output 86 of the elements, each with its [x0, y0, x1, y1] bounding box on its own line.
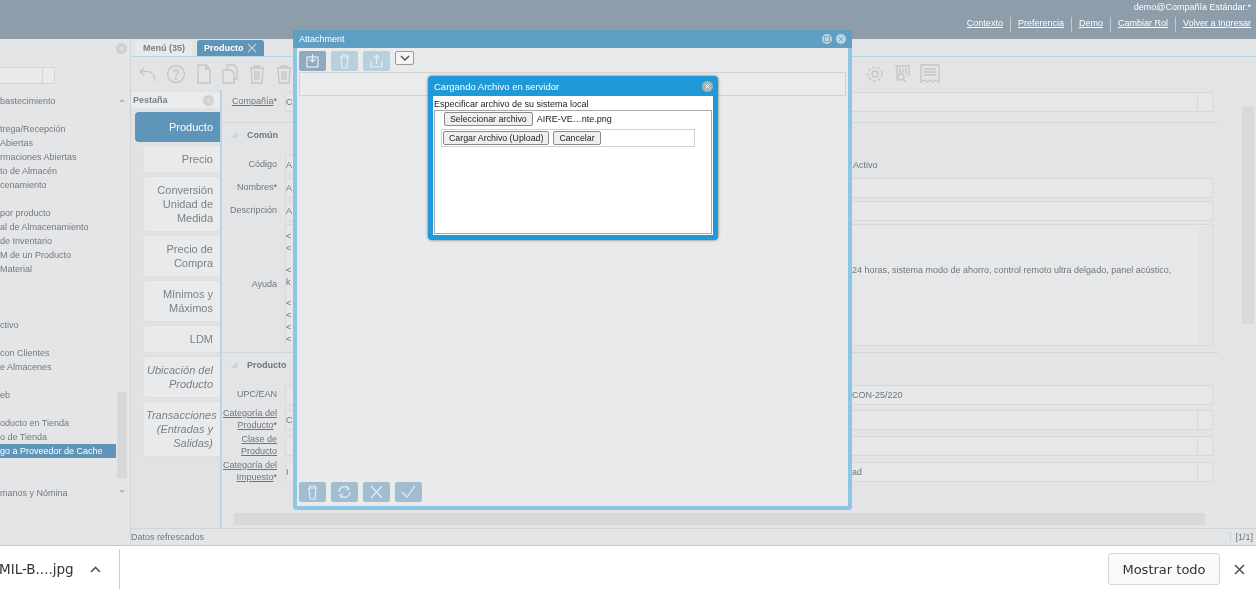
collapse-icon[interactable]: [231, 362, 237, 368]
record-tab[interactable]: Producto: [135, 112, 220, 142]
copy-icon[interactable]: [221, 63, 239, 84]
header-link[interactable]: Contexto: [959, 17, 1010, 32]
menu-item[interactable]: rmaciones Abiertas: [0, 150, 116, 164]
show-all-button[interactable]: Mostrar todo: [1108, 553, 1220, 585]
user-name: demo@Compañía Estándar.*: [1133, 2, 1251, 12]
menu-item[interactable]: ctivo: [0, 318, 116, 332]
cancel-button[interactable]: [363, 482, 390, 502]
record-tab[interactable]: LDM: [143, 325, 220, 353]
header-link[interactable]: Volver a Ingresar: [1174, 17, 1251, 32]
window-tab[interactable]: Menú (35): [136, 40, 192, 56]
scroll-up-icon[interactable]: [117, 97, 127, 103]
checkbox-label[interactable]: Activo: [853, 160, 878, 170]
menu-item[interactable]: al de Almacenamiento: [0, 220, 116, 234]
delete-button[interactable]: [331, 51, 358, 71]
field-label: Clase de Producto: [239, 434, 277, 457]
menu-item[interactable]: Material: [0, 262, 116, 276]
confirm-button[interactable]: [395, 482, 422, 502]
menu-item[interactable]: go a Proveedor de Cache: [0, 444, 116, 458]
collapse-icon[interactable]: [231, 132, 237, 138]
record-tab[interactable]: Ubicación del Producto: [143, 356, 220, 398]
record-tab[interactable]: Precio: [143, 145, 220, 173]
upload-button[interactable]: [363, 51, 390, 71]
trash-icon[interactable]: [275, 63, 293, 84]
menu-item[interactable]: de Inventario: [0, 234, 116, 248]
download-file-name[interactable]: MIL-B....jpg: [0, 561, 74, 577]
document-lines-icon[interactable]: [920, 63, 940, 84]
dialog-title: Cargando Archivo en servidor: [434, 80, 560, 92]
file-name: AIRE-VE…nte.png: [536, 114, 612, 124]
field-label: Ayuda: [250, 279, 277, 291]
document-search-icon[interactable]: [893, 63, 911, 84]
menu-item[interactable]: to de Almacén: [0, 164, 116, 178]
field-label: Código: [247, 159, 277, 171]
section-title: Producto: [247, 360, 287, 370]
menu-item[interactable]: o de Tienda: [0, 430, 116, 444]
restore-icon[interactable]: [822, 34, 832, 44]
status-message: Datos refrescados: [131, 532, 205, 542]
dialog-title: Attachment: [299, 34, 345, 44]
close-icon[interactable]: [702, 80, 713, 92]
menu-item[interactable]: manos y Nómina: [0, 486, 116, 500]
record-tab[interactable]: Mínimos y Máximos: [143, 280, 220, 322]
upload-button[interactable]: Cargar Archivo (Upload): [443, 131, 550, 145]
prompt-text: Especificar archivo de su sistema local: [434, 99, 590, 109]
menu-item[interactable]: con Clientes: [0, 346, 116, 360]
header-link[interactable]: Preferencia: [1009, 17, 1071, 32]
dropdown-button[interactable]: [395, 51, 414, 65]
delete-button[interactable]: [299, 482, 326, 502]
menu-item[interactable]: eb: [0, 388, 116, 402]
caret-up-icon[interactable]: [89, 565, 101, 573]
menu-item[interactable]: por producto: [0, 206, 116, 220]
scroll-down-icon[interactable]: [117, 489, 127, 495]
scroll-thumb[interactable]: [117, 392, 127, 478]
header-link[interactable]: Cambiar Rol: [1109, 17, 1175, 32]
choose-file-button[interactable]: Seleccionar archivo: [444, 112, 533, 126]
record-tab[interactable]: Precio de Compra: [143, 235, 220, 277]
field-label: Compañía*: [230, 96, 277, 108]
chevron-down-icon: [399, 55, 410, 61]
menu-item[interactable]: trega/Recepción: [0, 122, 116, 136]
window-tab[interactable]: Producto: [197, 40, 264, 56]
collapse-icon[interactable]: [203, 94, 214, 106]
menu-item[interactable]: cenamiento: [0, 178, 116, 192]
field-label: UPC/EAN: [236, 389, 277, 401]
header-link[interactable]: Demo: [1070, 17, 1110, 32]
help-icon[interactable]: [166, 63, 186, 84]
menu-item[interactable]: M de un Producto: [0, 248, 116, 262]
field-label: Descripción: [228, 205, 277, 217]
menu-item[interactable]: bastecimiento: [0, 94, 116, 108]
panel-title: Pestaña: [133, 95, 168, 105]
trash-icon[interactable]: [248, 63, 266, 84]
menu-item[interactable]: Abiertas: [0, 136, 116, 150]
record-tab[interactable]: Conversión Unidad de Medida: [143, 176, 220, 232]
record-counter: [1/1]: [1230, 532, 1253, 542]
menu-item[interactable]: oducto en Tienda: [0, 416, 116, 430]
field-label: Categoría del Producto*: [222, 408, 277, 431]
close-icon[interactable]: [1234, 563, 1245, 575]
field-label: Categoría del Impuesto*: [222, 460, 277, 483]
section-title: Común: [247, 130, 278, 140]
field-label: Nombres*: [235, 182, 277, 194]
gear-icon[interactable]: [866, 63, 884, 84]
save-button[interactable]: [299, 51, 326, 71]
new-document-icon[interactable]: [195, 63, 212, 84]
cancel-button[interactable]: Cancelar: [553, 131, 601, 145]
record-tab[interactable]: Transacciones (Entradas y Salidas): [143, 401, 220, 457]
refresh-button[interactable]: [331, 482, 358, 502]
menu-item[interactable]: e Almacenes: [0, 360, 116, 374]
